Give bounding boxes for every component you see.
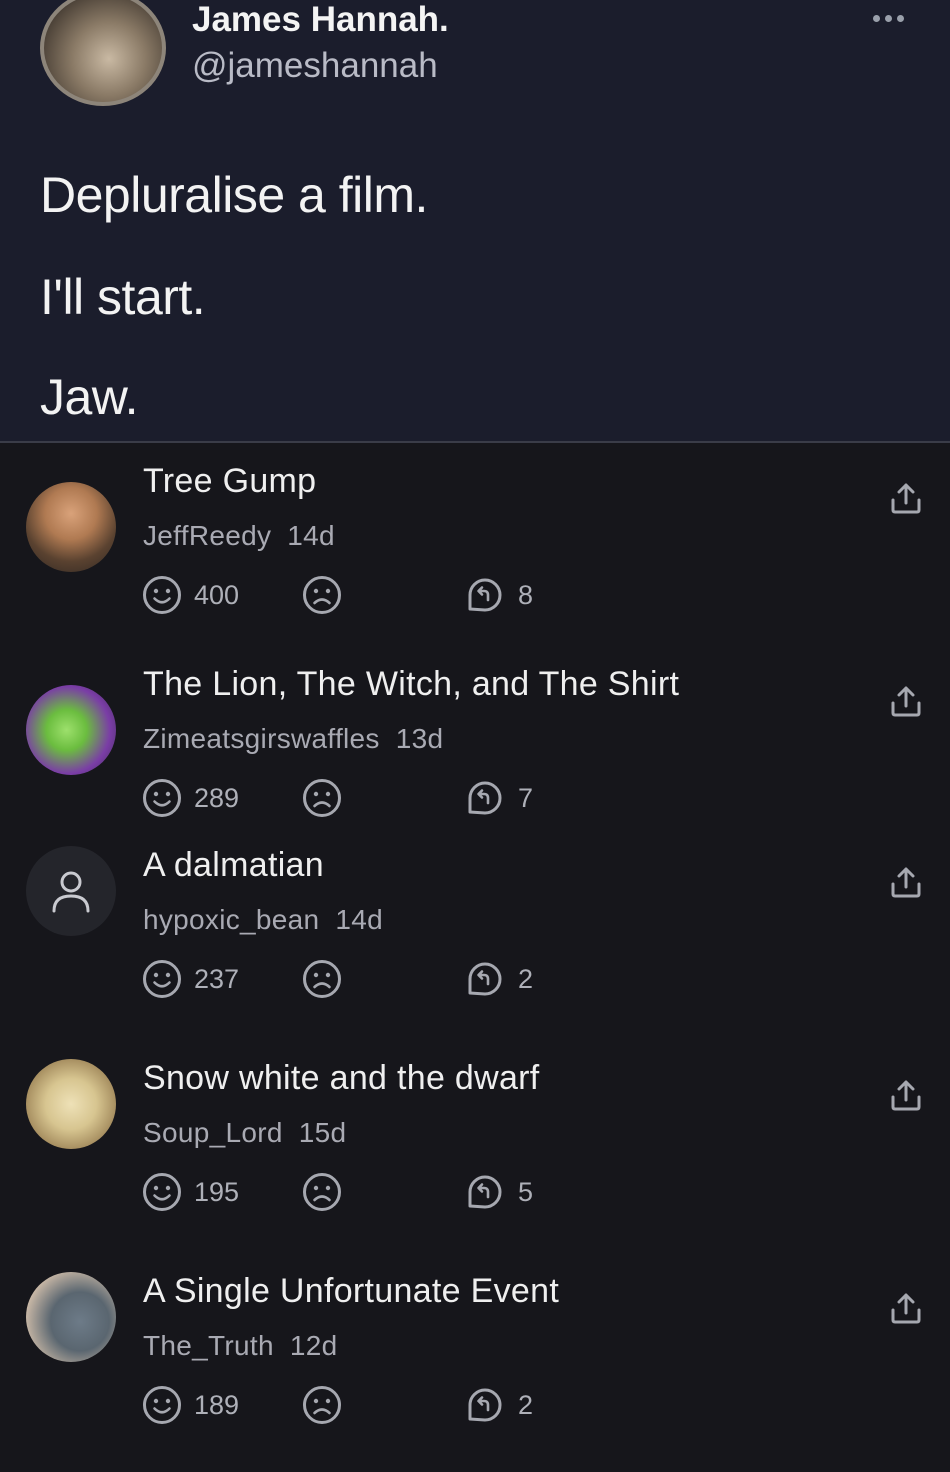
downvote-button[interactable] bbox=[302, 1172, 342, 1212]
reply-icon bbox=[468, 781, 502, 815]
reply-icon bbox=[468, 578, 502, 612]
comment-age: 12d bbox=[289, 1330, 338, 1361]
smile-icon bbox=[143, 576, 181, 614]
comment-avatar[interactable] bbox=[26, 1272, 116, 1362]
comment-meta: Soup_Lord 15d bbox=[143, 1117, 346, 1149]
comment-actions: 195 5 bbox=[142, 1172, 562, 1216]
comment-item: Tree Gump JeffReedy 14d 400 8 bbox=[0, 462, 950, 662]
reply-count: 8 bbox=[518, 579, 534, 610]
downvote-button[interactable] bbox=[302, 778, 342, 818]
share-icon bbox=[891, 1293, 921, 1324]
downvote-button[interactable] bbox=[302, 959, 342, 999]
smile-icon bbox=[143, 1386, 181, 1424]
comment-meta: hypoxic_bean 14d bbox=[143, 904, 383, 936]
comment-text: A dalmatian bbox=[143, 846, 324, 884]
reply-icon bbox=[468, 962, 502, 996]
frown-icon bbox=[303, 1386, 341, 1424]
upvote-count: 289 bbox=[194, 782, 240, 813]
comment-username[interactable]: Soup_Lord bbox=[143, 1117, 283, 1148]
upvote-count: 400 bbox=[194, 579, 240, 610]
comment-text: A Single Unfortunate Event bbox=[143, 1272, 560, 1310]
share-button[interactable] bbox=[889, 480, 923, 516]
tweet-text-line: Depluralise a film. bbox=[40, 167, 428, 223]
comment-item: The Lion, The Witch, and The Shirt Zimea… bbox=[0, 665, 950, 865]
comment-item: A Single Unfortunate Event The_Truth 12d … bbox=[0, 1272, 950, 1472]
share-icon bbox=[891, 867, 921, 898]
comment-age: 15d bbox=[298, 1117, 347, 1148]
comment-actions: 189 2 bbox=[142, 1385, 562, 1429]
reply-count: 7 bbox=[518, 782, 534, 813]
comment-age: 14d bbox=[335, 904, 384, 935]
tweet-author-name[interactable]: James Hannah. bbox=[192, 0, 449, 40]
smile-icon bbox=[143, 1173, 181, 1211]
frown-icon bbox=[303, 960, 341, 998]
reply-button[interactable]: 2 bbox=[464, 959, 533, 999]
upvote-count: 237 bbox=[194, 963, 240, 994]
comment-username[interactable]: Zimeatsgirswaffles bbox=[143, 723, 380, 754]
comment-meta: JeffReedy 14d bbox=[143, 520, 335, 552]
comment-text: Snow white and the dwarf bbox=[143, 1059, 540, 1097]
upvote-count: 195 bbox=[194, 1176, 240, 1207]
comment-text: Tree Gump bbox=[143, 462, 317, 500]
smile-icon bbox=[143, 779, 181, 817]
share-button[interactable] bbox=[889, 683, 923, 719]
frown-icon bbox=[303, 1173, 341, 1211]
comment-username[interactable]: The_Truth bbox=[143, 1330, 274, 1361]
share-button[interactable] bbox=[889, 864, 923, 900]
comment-meta: Zimeatsgirswaffles 13d bbox=[143, 723, 443, 755]
reply-icon bbox=[468, 1388, 502, 1422]
upvote-button[interactable]: 189 bbox=[142, 1385, 239, 1425]
comment-item: A dalmatian hypoxic_bean 14d 237 2 bbox=[0, 846, 950, 1046]
comment-username[interactable]: hypoxic_bean bbox=[143, 904, 319, 935]
smile-icon bbox=[143, 960, 181, 998]
reply-button[interactable]: 8 bbox=[464, 575, 533, 615]
reply-button[interactable]: 7 bbox=[464, 778, 533, 818]
comment-age: 13d bbox=[395, 723, 444, 754]
comment-avatar[interactable] bbox=[26, 482, 116, 572]
share-button[interactable] bbox=[889, 1290, 923, 1326]
comment-actions: 237 2 bbox=[142, 959, 562, 1003]
upvote-button[interactable]: 237 bbox=[142, 959, 239, 999]
comment-actions: 400 8 bbox=[142, 575, 562, 619]
upvote-button[interactable]: 400 bbox=[142, 575, 239, 615]
tweet-text-line: I'll start. bbox=[40, 269, 206, 325]
person-icon bbox=[52, 871, 90, 913]
tweet-avatar[interactable] bbox=[40, 0, 166, 106]
reply-button[interactable]: 5 bbox=[464, 1172, 533, 1212]
frown-icon bbox=[303, 779, 341, 817]
share-icon bbox=[891, 483, 921, 514]
share-icon bbox=[891, 686, 921, 717]
upvote-button[interactable]: 195 bbox=[142, 1172, 239, 1212]
upvote-count: 189 bbox=[194, 1389, 240, 1420]
reply-count: 2 bbox=[518, 963, 534, 994]
comment-username[interactable]: JeffReedy bbox=[143, 520, 271, 551]
tweet-author-handle[interactable]: @jameshannah bbox=[192, 46, 438, 86]
comment-avatar[interactable] bbox=[26, 846, 116, 936]
embedded-tweet: James Hannah. @jameshannah Depluralise a… bbox=[0, 0, 950, 443]
downvote-button[interactable] bbox=[302, 1385, 342, 1425]
comment-actions: 289 7 bbox=[142, 778, 562, 822]
comment-meta: The_Truth 12d bbox=[143, 1330, 337, 1362]
reply-count: 5 bbox=[518, 1176, 534, 1207]
reply-icon bbox=[468, 1175, 502, 1209]
share-icon bbox=[891, 1080, 921, 1111]
comment-item: Snow white and the dwarf Soup_Lord 15d 19… bbox=[0, 1059, 950, 1259]
comment-age: 14d bbox=[287, 520, 335, 551]
frown-icon bbox=[303, 576, 341, 614]
comment-text: The Lion, The Witch, and The Shirt bbox=[143, 665, 680, 703]
comment-avatar[interactable] bbox=[26, 685, 116, 775]
more-dots-icon[interactable] bbox=[868, 6, 908, 30]
reply-button[interactable]: 2 bbox=[464, 1385, 533, 1425]
tweet-text-line: Jaw. bbox=[40, 369, 139, 425]
reply-count: 2 bbox=[518, 1389, 534, 1420]
comment-avatar[interactable] bbox=[26, 1059, 116, 1149]
share-button[interactable] bbox=[889, 1077, 923, 1113]
upvote-button[interactable]: 289 bbox=[142, 778, 239, 818]
downvote-button[interactable] bbox=[302, 575, 342, 615]
